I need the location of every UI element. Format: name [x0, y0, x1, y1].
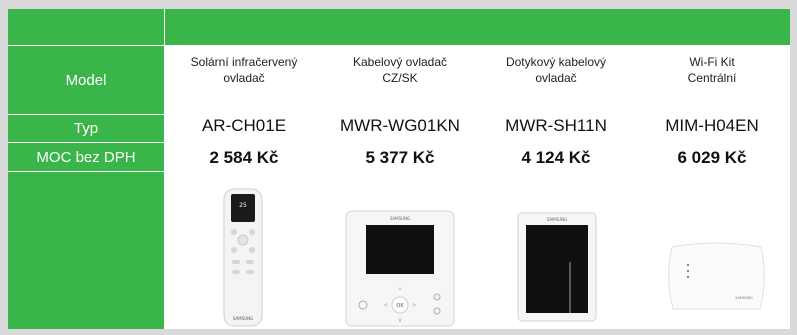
- product-code: AR-CH01E: [201, 116, 287, 135]
- svg-text:v: v: [399, 318, 402, 324]
- row-label-price: MOC bez DPH: [8, 143, 164, 171]
- product-name-line1: Wi-Fi Kit: [689, 55, 735, 69]
- product-name-line2: Centrální: [687, 71, 737, 85]
- product-name: Wi-Fi Kit Centrální: [634, 54, 790, 86]
- header-divider: [164, 9, 165, 45]
- product-name-line1: Kabelový ovladač: [352, 55, 448, 69]
- brand-mark: SAMSUNG: [233, 316, 253, 321]
- product-name: Kabelový ovladač CZ/SK: [322, 54, 478, 86]
- product-price: 2 584 Kč: [209, 148, 279, 167]
- header-bar: [8, 9, 790, 45]
- product-name-line1: Solární infračervený: [190, 55, 298, 69]
- row-label-type: Typ: [8, 115, 164, 142]
- brand-mark: SAMSUNG: [547, 217, 567, 222]
- product-name-line2: ovladač: [535, 71, 577, 85]
- ok-label: OK: [396, 303, 404, 309]
- brand-mark: SAMSUNG: [735, 296, 753, 300]
- product-name-line2: CZ/SK: [382, 71, 418, 85]
- svg-text:^: ^: [399, 288, 402, 294]
- touch-controller-image: SAMSUNG: [517, 212, 597, 322]
- svg-text:>: >: [412, 303, 416, 309]
- svg-text:<: <: [384, 303, 388, 309]
- product-column-3: Dotykový kabelový ovladač MWR-SH11N 4 12…: [478, 46, 634, 329]
- product-column-4: Wi-Fi Kit Centrální MIM-H04EN 6 029 Kč S…: [634, 46, 790, 329]
- product-price: 4 124 Kč: [521, 148, 591, 167]
- wired-controller-image: SAMSUNG OK ^ v < >: [345, 210, 455, 327]
- ir-remote-image: 25 SAMSUNG: [223, 188, 263, 327]
- product-table: Model Typ MOC bez DPH Solární infračerve…: [8, 9, 790, 329]
- brand-mark: SAMSUNG: [390, 216, 410, 221]
- product-name-line1: Dotykový kabelový: [505, 55, 607, 69]
- product-name: Dotykový kabelový ovladač: [478, 54, 634, 86]
- svg-text:25: 25: [239, 202, 247, 209]
- product-code: MWR-WG01KN: [340, 116, 460, 135]
- row-label-image: [8, 172, 164, 329]
- product-code: MWR-SH11N: [505, 116, 607, 135]
- wifi-kit-image: SAMSUNG: [668, 242, 765, 310]
- product-column-2: Kabelový ovladač CZ/SK MWR-WG01KN 5 377 …: [322, 46, 478, 329]
- product-price: 6 029 Kč: [677, 148, 747, 167]
- product-column-1: Solární infračervený ovladač AR-CH01E 2 …: [166, 46, 322, 329]
- row-label-model: Model: [8, 46, 164, 114]
- product-name: Solární infračervený ovladač: [166, 54, 322, 86]
- product-name-line2: ovladač: [223, 71, 265, 85]
- product-code: MIM-H04EN: [665, 116, 759, 135]
- product-price: 5 377 Kč: [365, 148, 435, 167]
